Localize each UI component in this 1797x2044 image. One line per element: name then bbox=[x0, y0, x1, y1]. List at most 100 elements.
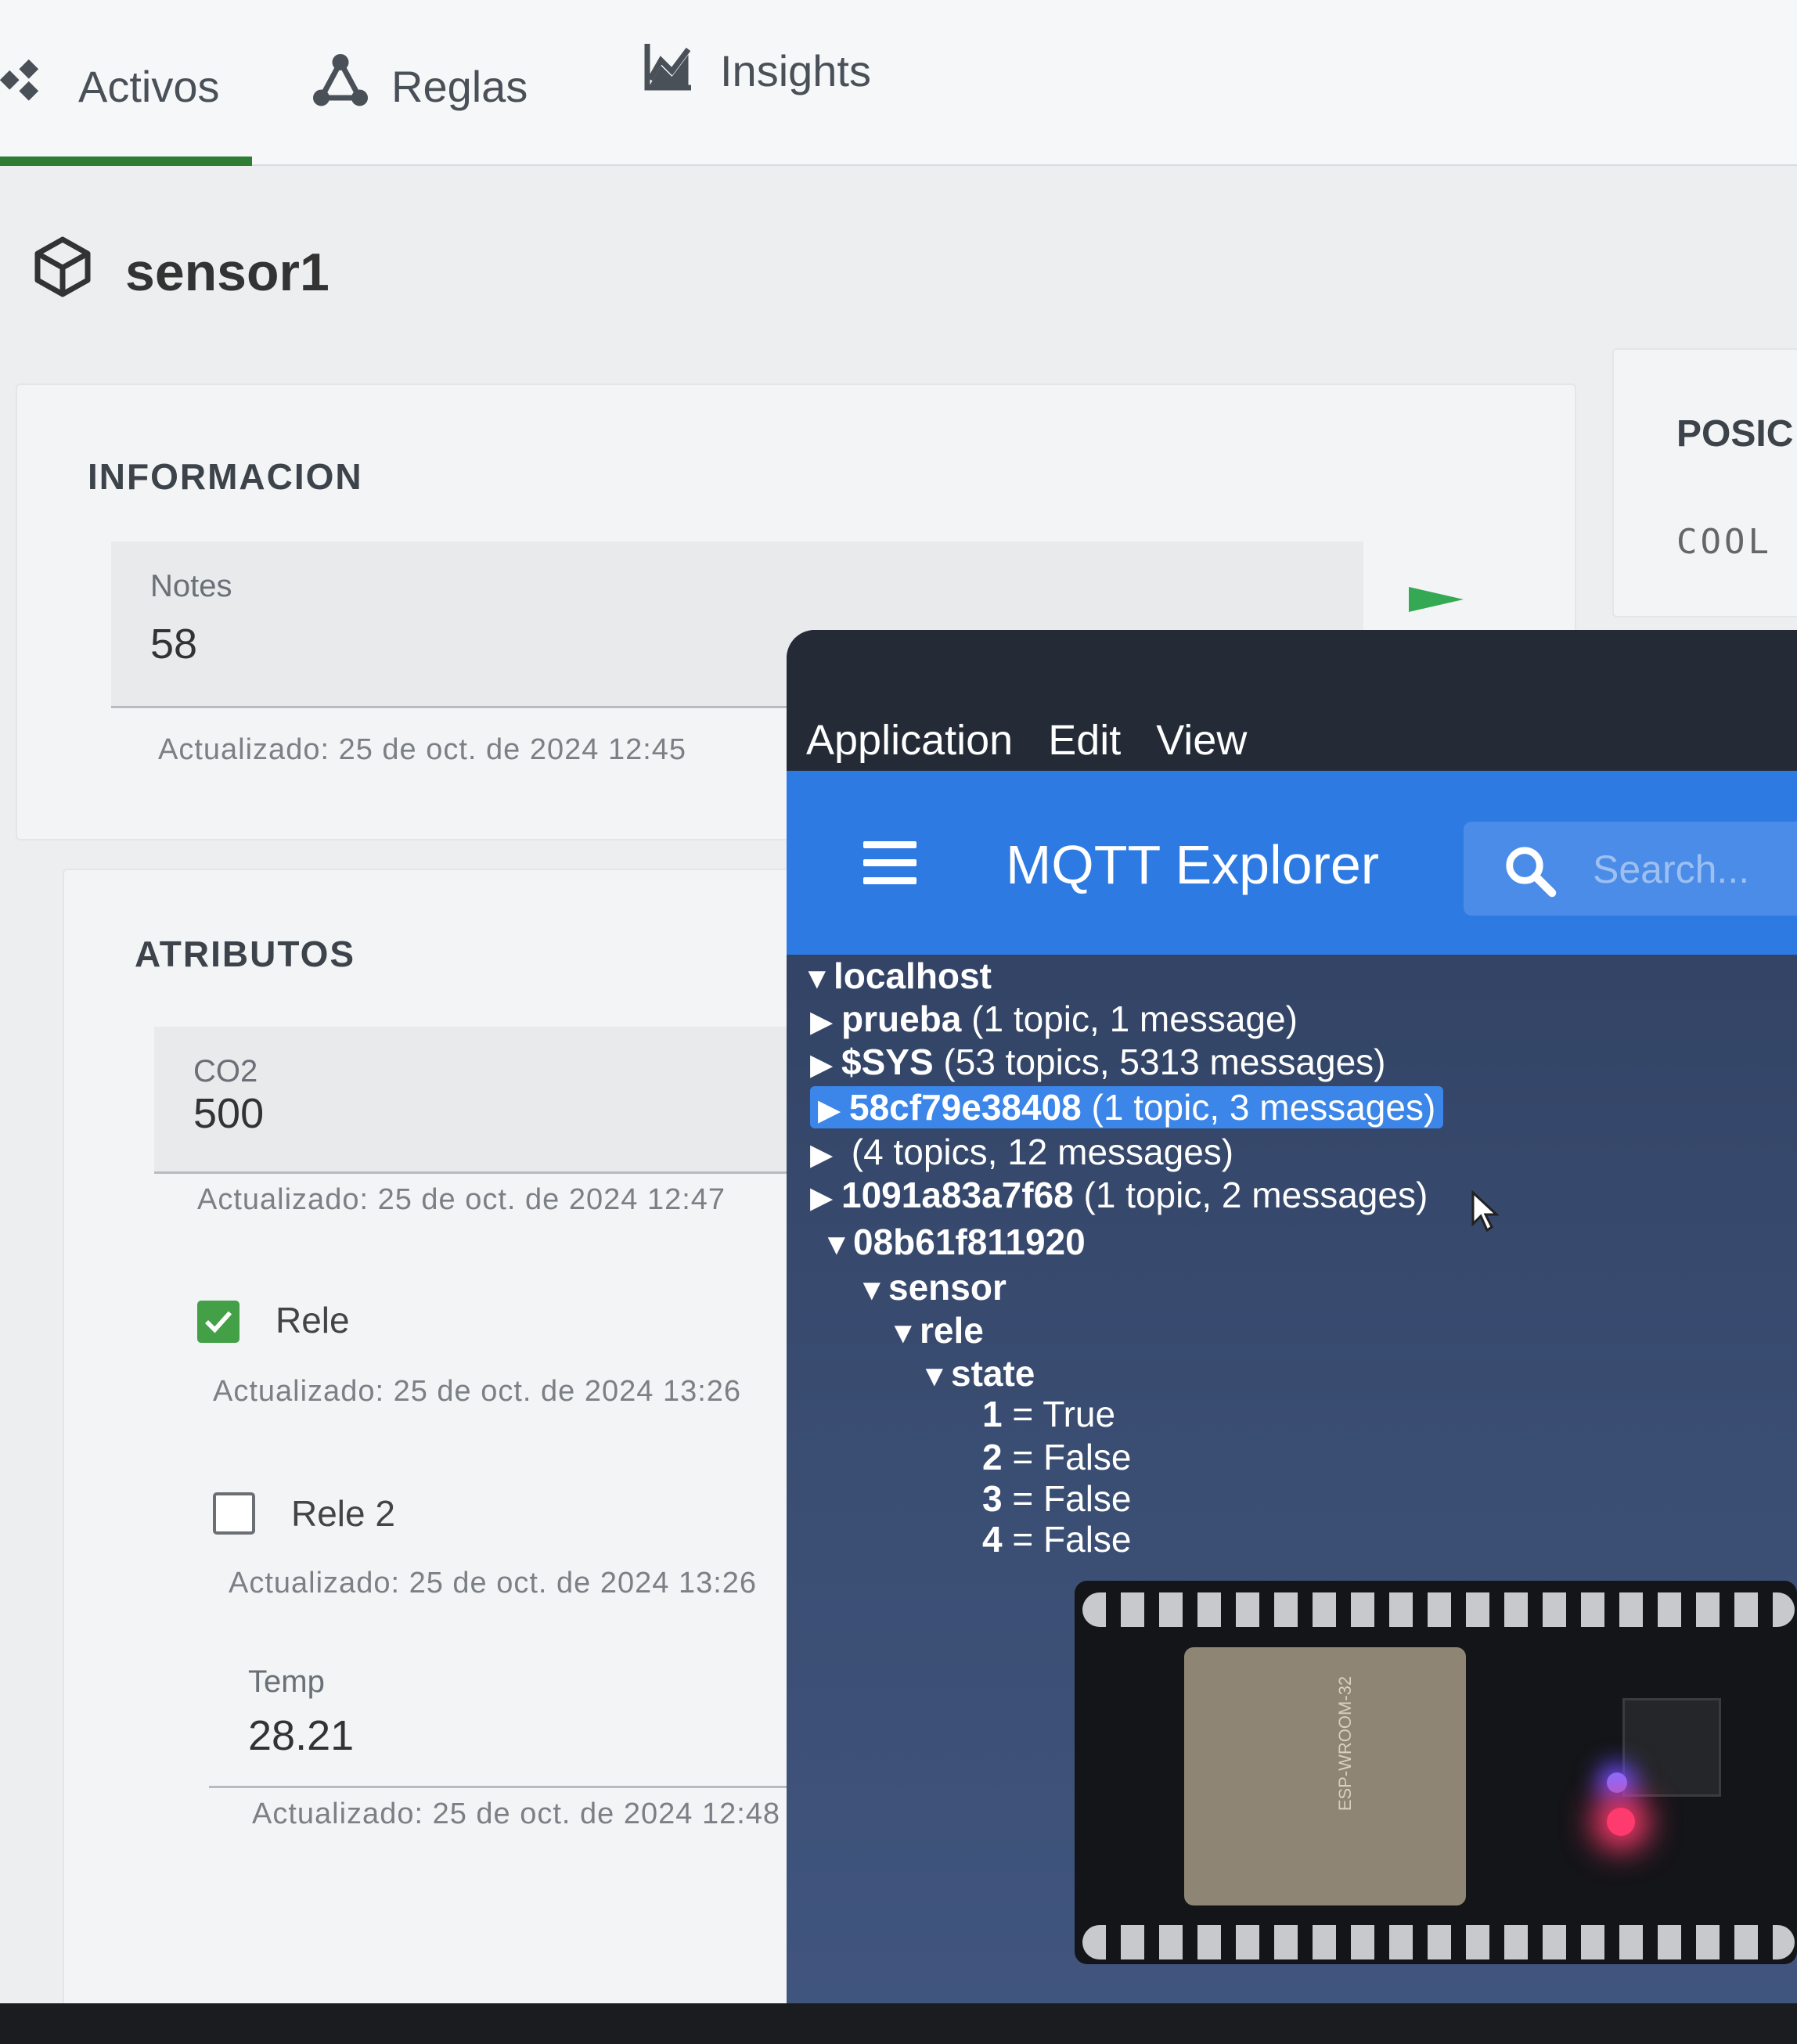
expanded-arrow-icon[interactable]: ▼ bbox=[857, 1274, 888, 1308]
blue-led bbox=[1607, 1772, 1627, 1793]
co2-label: CO2 bbox=[193, 1054, 258, 1089]
rele-checkbox[interactable] bbox=[197, 1301, 239, 1343]
informacion-title: INFORMACION bbox=[88, 456, 363, 497]
co2-field[interactable]: CO2 500 bbox=[154, 1027, 886, 1174]
tab-reglas-label: Reglas bbox=[391, 61, 528, 111]
posicion-card: POSIC COOL bbox=[1612, 348, 1797, 617]
co2-updated: Actualizado: 25 de oct. de 2024 12:47 bbox=[197, 1183, 726, 1216]
tree-node-meta: = True bbox=[1012, 1394, 1116, 1434]
insights-chart-icon bbox=[642, 38, 697, 103]
tree-node[interactable]: ▼rele bbox=[888, 1309, 984, 1351]
menu-edit[interactable]: Edit bbox=[1048, 716, 1121, 765]
tree-node-meta: (4 topics, 12 messages) bbox=[851, 1132, 1234, 1172]
search-icon bbox=[1506, 847, 1557, 898]
hamburger-menu-icon[interactable] bbox=[863, 841, 917, 888]
menu-view[interactable]: View bbox=[1156, 716, 1247, 765]
temp-value: 28.21 bbox=[248, 1712, 355, 1759]
tree-node-name: 2 bbox=[982, 1437, 1003, 1477]
monitor-bezel bbox=[0, 2003, 1797, 2044]
rele2-checkbox[interactable] bbox=[213, 1492, 255, 1535]
temp-updated: Actualizado: 25 de oct. de 2024 12:48 bbox=[252, 1797, 781, 1830]
tree-node[interactable]: ▶ (4 topics, 12 messages) bbox=[810, 1131, 1233, 1173]
rele2-label: Rele 2 bbox=[291, 1493, 395, 1534]
collapsed-arrow-icon[interactable]: ▶ bbox=[810, 1047, 841, 1082]
collapsed-arrow-icon[interactable]: ▶ bbox=[810, 1180, 841, 1215]
tree-node-name: 1 bbox=[982, 1394, 1003, 1434]
pin-header-bottom bbox=[1082, 1925, 1795, 1959]
expanded-arrow-icon[interactable]: ▼ bbox=[822, 1229, 853, 1262]
module-marking: ESP-WROOM-32 bbox=[1335, 1675, 1356, 1812]
tree-node-meta: = False bbox=[1012, 1478, 1132, 1519]
notes-label: Notes bbox=[150, 569, 232, 603]
tree-node[interactable]: ▶ 58cf79e38408 (1 topic, 3 messages) bbox=[810, 1086, 1444, 1128]
co2-value: 500 bbox=[193, 1090, 265, 1137]
rele-updated: Actualizado: 25 de oct. de 2024 13:26 bbox=[213, 1375, 742, 1408]
map-marker-icon bbox=[1409, 587, 1464, 612]
tree-node-name: 08b61f811920 bbox=[853, 1222, 1086, 1262]
tree-node-name: sensor bbox=[888, 1267, 1007, 1308]
top-navigation: Activos Reglas Insights bbox=[0, 0, 1797, 166]
expanded-arrow-icon[interactable]: ▼ bbox=[888, 1317, 920, 1351]
rele-label: Rele bbox=[275, 1300, 350, 1340]
notes-value: 58 bbox=[150, 621, 198, 668]
tab-reglas[interactable]: Reglas bbox=[313, 39, 528, 133]
rele2-updated: Actualizado: 25 de oct. de 2024 13:26 bbox=[229, 1567, 758, 1600]
notes-updated: Actualizado: 25 de oct. de 2024 12:45 bbox=[158, 733, 687, 766]
window-titlebar: Application Edit View bbox=[787, 630, 1797, 771]
red-led bbox=[1607, 1808, 1635, 1836]
usb-chip bbox=[1622, 1698, 1721, 1797]
tree-node-meta: = False bbox=[1012, 1437, 1132, 1477]
posicion-title: POSIC bbox=[1676, 413, 1794, 455]
tree-node[interactable]: ▼08b61f811920 bbox=[822, 1221, 1086, 1263]
tree-node[interactable]: ▶ 1091a83a7f68 (1 topic, 2 messages) bbox=[810, 1174, 1428, 1216]
tree-node-name: rele bbox=[920, 1310, 984, 1351]
collapsed-arrow-icon[interactable]: ▶ bbox=[810, 1004, 841, 1039]
tree-node[interactable]: 1 = True bbox=[951, 1393, 1115, 1435]
collapsed-arrow-icon[interactable]: ▶ bbox=[810, 1137, 841, 1172]
page-title: sensor1 bbox=[31, 235, 330, 310]
tab-insights[interactable]: Insights bbox=[642, 23, 871, 117]
collapsed-arrow-icon[interactable]: ▶ bbox=[818, 1092, 849, 1128]
tree-node-meta: (1 topic, 3 messages) bbox=[1091, 1087, 1436, 1128]
pin-header-top bbox=[1082, 1592, 1795, 1627]
wifi-module: ESP-WROOM-32 bbox=[1184, 1647, 1466, 1905]
tree-node-name: 4 bbox=[982, 1519, 1003, 1560]
checkmark-icon bbox=[205, 1311, 232, 1333]
mqtt-app-bar: MQTT Explorer Search... bbox=[787, 771, 1797, 955]
tab-insights-label: Insights bbox=[720, 45, 871, 95]
page-title-text: sensor1 bbox=[125, 243, 330, 302]
tree-node[interactable]: ▼sensor bbox=[857, 1266, 1007, 1308]
search-input[interactable]: Search... bbox=[1464, 822, 1797, 916]
tree-node-name: 3 bbox=[982, 1478, 1003, 1519]
menu-bar: Application Edit View bbox=[806, 716, 1247, 765]
tab-activos[interactable]: Activos bbox=[0, 39, 220, 133]
tree-node-name: $SYS bbox=[841, 1042, 934, 1082]
tree-node-meta: (1 topic, 1 message) bbox=[971, 999, 1298, 1039]
atributos-card: ATRIBUTOS CO2 500 Actualizado: 25 de oct… bbox=[63, 869, 890, 2003]
temp-label: Temp bbox=[248, 1664, 325, 1699]
tree-node[interactable]: 2 = False bbox=[951, 1436, 1132, 1478]
rules-icon bbox=[313, 53, 368, 119]
tree-node-name: localhost bbox=[834, 955, 992, 996]
tree-node[interactable]: ▶ $SYS (53 topics, 5313 messages) bbox=[810, 1041, 1386, 1083]
tab-activos-label: Activos bbox=[78, 61, 220, 111]
mouse-cursor-icon bbox=[1471, 1189, 1500, 1233]
tree-node-name: 58cf79e38408 bbox=[849, 1087, 1082, 1128]
tree-node[interactable]: ▼localhost bbox=[802, 955, 992, 997]
tree-node-name: 1091a83a7f68 bbox=[841, 1175, 1074, 1215]
expanded-arrow-icon[interactable]: ▼ bbox=[802, 963, 834, 996]
tree-node[interactable]: ▼state bbox=[920, 1352, 1035, 1394]
tree-node[interactable]: 3 = False bbox=[951, 1477, 1132, 1520]
active-tab-indicator bbox=[0, 157, 252, 166]
map-preview[interactable]: COOL bbox=[1676, 522, 1772, 562]
tree-node[interactable]: 4 = False bbox=[951, 1518, 1132, 1560]
esp32-board-photo: ESP-WROOM-32 bbox=[1075, 1581, 1797, 1964]
atributos-title: ATRIBUTOS bbox=[135, 934, 356, 974]
search-placeholder: Search... bbox=[1593, 847, 1750, 891]
assets-icon bbox=[0, 54, 55, 119]
menu-application[interactable]: Application bbox=[806, 716, 1013, 765]
tree-node-meta: = False bbox=[1012, 1519, 1132, 1560]
expanded-arrow-icon[interactable]: ▼ bbox=[920, 1360, 951, 1394]
tree-node-meta: (53 topics, 5313 messages) bbox=[943, 1042, 1386, 1082]
tree-node[interactable]: ▶ prueba (1 topic, 1 message) bbox=[810, 998, 1298, 1040]
